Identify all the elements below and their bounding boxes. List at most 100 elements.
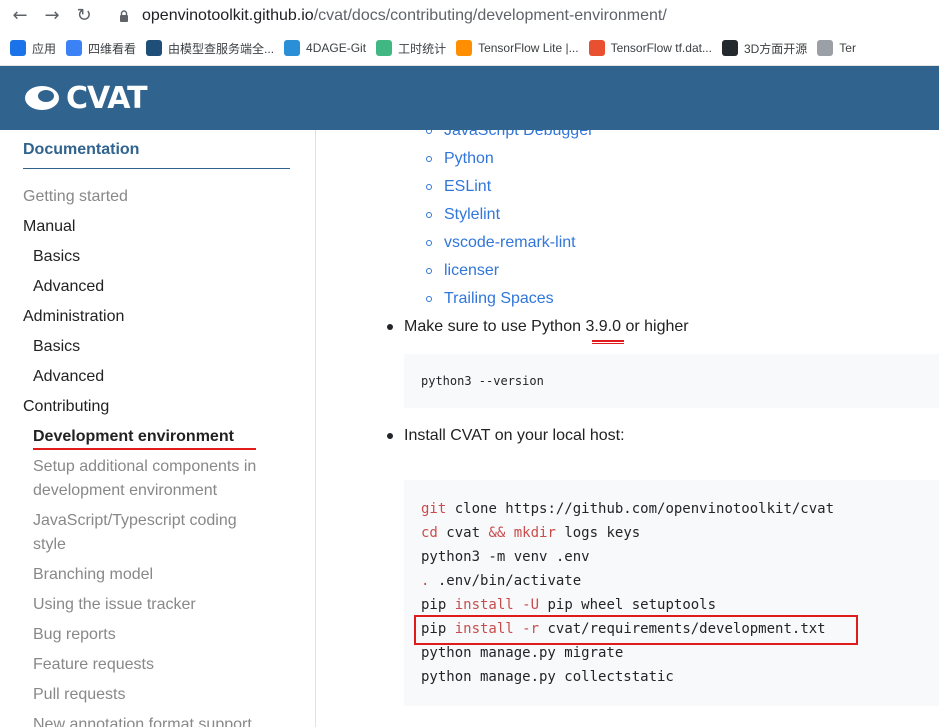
- code-text: cvat: [437, 525, 489, 541]
- sidebar-item[interactable]: Branching model: [33, 563, 153, 587]
- bookmark-item[interactable]: 工时统计: [376, 40, 446, 57]
- list-bullet: [387, 433, 393, 439]
- address-bar[interactable]: openvinotoolkit.github.io/cvat/docs/cont…: [108, 2, 928, 30]
- cvat-logo[interactable]: CVAT: [24, 80, 148, 116]
- extension-link[interactable]: ESLint: [444, 175, 491, 199]
- code-line: cd cvat && mkdir logs keys: [421, 521, 640, 545]
- logo-text: CVAT: [66, 80, 148, 116]
- bookmark-label: 由模型查服务端全...: [168, 41, 275, 56]
- sidebar-item[interactable]: New annotation format support: [33, 713, 252, 727]
- github-icon: [721, 40, 738, 56]
- code-block-version: python3 --version: [404, 354, 939, 408]
- sidebar-item[interactable]: Advanced: [33, 365, 104, 389]
- list-bullet: [387, 324, 393, 330]
- code-line: git clone https://github.com/openvinotoo…: [421, 497, 834, 521]
- bookmark-doc-icon: [817, 40, 834, 56]
- code-line: python3 -m venv .env: [421, 545, 590, 569]
- code-text: python3 -m venv .env: [421, 549, 590, 565]
- extension-link[interactable]: licenser: [444, 259, 499, 283]
- vue-icon: [376, 40, 393, 56]
- code-keyword: &&: [488, 525, 506, 541]
- bookmarks-bar: 应用 四维看看 由模型查服务端全... 4DAGE-Git 工时统计 TensorFlow…: [0, 36, 939, 60]
- browser-toolbar: ← → ↻ openvinotoolkit.github.io/cvat/doc…: [0, 0, 939, 66]
- forward-arrow-icon[interactable]: →: [40, 4, 64, 28]
- sidebar-item[interactable]: Contributing: [23, 395, 109, 419]
- bookmark-label: TensorFlow tf.dat...: [610, 41, 712, 55]
- bookmark-item[interactable]: Ter: [817, 40, 856, 56]
- hollow-bullet: [426, 240, 432, 246]
- url-path: /cvat/docs/contributing/development-envi…: [313, 7, 667, 24]
- main-content: JavaScript Debugger Python ESLint Stylelint…: [316, 130, 939, 727]
- hollow-bullet: [426, 212, 432, 218]
- hollow-bullet: [426, 130, 432, 134]
- code-line: python manage.py collectstatic: [421, 665, 674, 689]
- bookmark-item[interactable]: 由模型查服务端全...: [146, 40, 274, 57]
- sidebar-divider: [23, 168, 290, 169]
- extension-link[interactable]: JavaScript Debugger: [444, 130, 593, 143]
- apps-grid-icon: [10, 40, 26, 56]
- sidebar-item[interactable]: Feature requests: [33, 653, 154, 677]
- sidebar-item[interactable]: development environment: [33, 479, 217, 503]
- sidebar-item[interactable]: Manual: [23, 215, 75, 239]
- red-underline-annotation: [33, 448, 256, 450]
- url-host: openvinotoolkit.github.io: [142, 7, 314, 24]
- lock-icon: [120, 10, 128, 22]
- python-note-suffix: or higher: [621, 318, 689, 335]
- hollow-bullet: [426, 156, 432, 162]
- sidebar-item[interactable]: style: [33, 533, 66, 557]
- bookmark-blue-icon: [66, 40, 83, 56]
- sidebar-item[interactable]: JavaScript/Typescript coding: [33, 509, 237, 533]
- code-keyword: -U: [522, 597, 540, 613]
- bookmark-item[interactable]: 4DAGE-Git: [284, 40, 366, 56]
- hollow-bullet: [426, 268, 432, 274]
- python-note: Make sure to use Python 3.9.0 or higher: [404, 315, 689, 339]
- code-keyword: install: [454, 597, 514, 613]
- extension-link[interactable]: Trailing Spaces: [444, 287, 554, 311]
- bookmark-c-icon: [588, 40, 605, 56]
- sidebar-title[interactable]: Documentation: [23, 141, 139, 159]
- hollow-bullet: [426, 184, 432, 190]
- bookmark-item[interactable]: TensorFlow Lite |...: [456, 40, 579, 56]
- tensorflow-icon: [456, 40, 473, 56]
- code-text: logs keys: [555, 525, 641, 541]
- python-note-prefix: Make sure to use Python: [404, 318, 586, 335]
- sidebar-item[interactable]: Basics: [33, 335, 80, 359]
- extension-link[interactable]: Stylelint: [444, 203, 500, 227]
- bookmark-item[interactable]: TensorFlow tf.dat...: [588, 40, 712, 56]
- hollow-bullet: [426, 296, 432, 302]
- sidebar-item[interactable]: Bug reports: [33, 623, 116, 647]
- code-keyword: git: [421, 501, 447, 517]
- sidebar-item[interactable]: Administration: [23, 305, 124, 329]
- code-text: pip: [421, 597, 455, 613]
- red-box-annotation: [414, 615, 858, 645]
- sidebar-item[interactable]: Using the issue tracker: [33, 593, 196, 617]
- code-text: python manage.py collectstatic: [421, 669, 674, 685]
- bookmark-label: 工时统计: [398, 41, 447, 56]
- bookmark-label: 四维看看: [88, 41, 137, 56]
- sidebar-item[interactable]: Getting started: [23, 185, 128, 209]
- extension-link[interactable]: vscode-remark-lint: [444, 231, 576, 255]
- bookmark-item[interactable]: 四维看看: [66, 40, 136, 57]
- bookmark-label: 4DAGE-Git: [306, 41, 367, 55]
- sidebar-item[interactable]: Pull requests: [33, 683, 126, 707]
- bookmark-label: Ter: [839, 41, 856, 55]
- extension-link[interactable]: Python: [444, 147, 494, 171]
- reload-icon[interactable]: ↻: [72, 4, 96, 28]
- code-line: pip install -U pip wheel setuptools: [421, 593, 716, 617]
- code-text: .env/bin/activate: [429, 573, 582, 589]
- sidebar-item[interactable]: Setup additional components in: [33, 455, 256, 479]
- sidebar-item[interactable]: Basics: [33, 245, 80, 269]
- bookmark-item[interactable]: 应用: [10, 40, 56, 57]
- sidebar-item[interactable]: Advanced: [33, 275, 104, 299]
- bookmark-item[interactable]: 3D方面开源: [721, 40, 807, 57]
- back-arrow-icon[interactable]: ←: [8, 4, 32, 28]
- sidebar-item-active[interactable]: Development environment: [33, 425, 234, 449]
- bookmark-s-icon: [146, 40, 163, 56]
- red-underline-annotation: [592, 340, 624, 342]
- bookmark-label: 应用: [32, 41, 57, 56]
- site-header: CVAT: [0, 66, 939, 130]
- install-note: Install CVAT on your local host:: [404, 427, 625, 444]
- python-version: 3.9.0: [585, 318, 622, 335]
